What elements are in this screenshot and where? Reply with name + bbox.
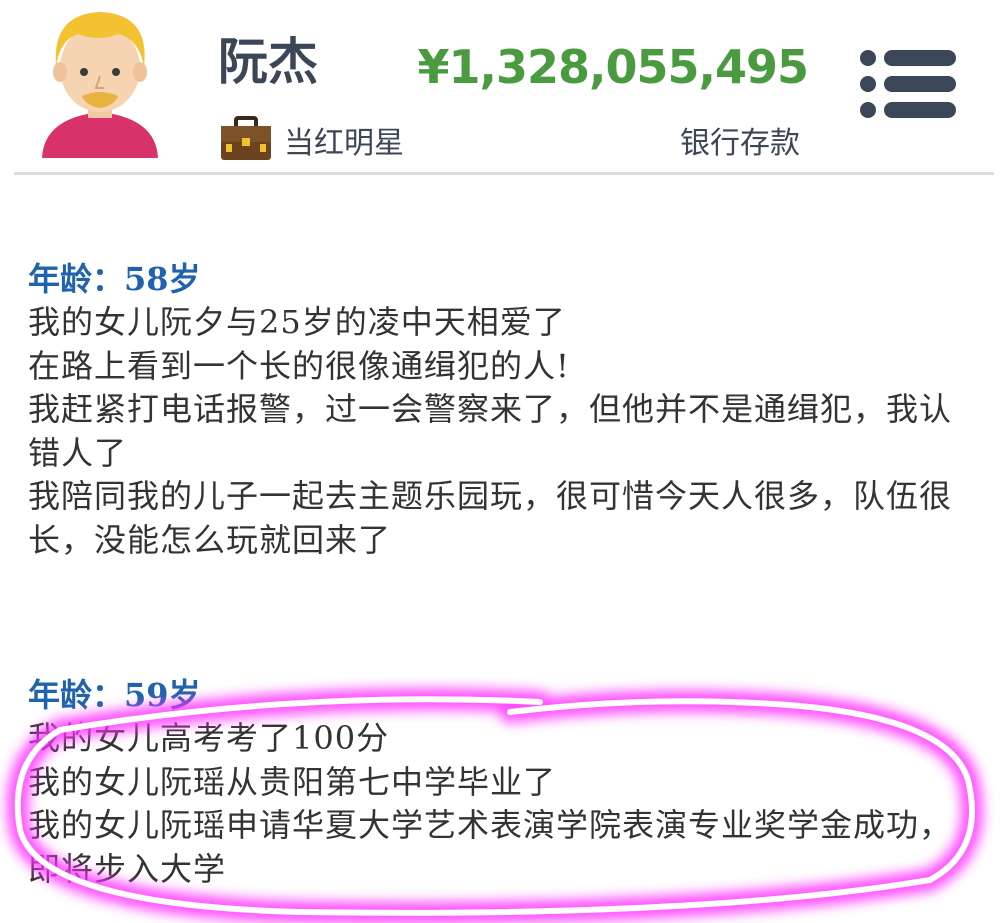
- occupation-label: 当红明星: [284, 126, 404, 161]
- event-entry: 我的女儿阮瑶从贵阳第七中学毕业了: [28, 762, 557, 801]
- player-name: 阮杰: [218, 33, 318, 91]
- event-entry: 我的女儿高考考了100分: [28, 719, 390, 757]
- event-entry: 我的女儿阮瑶申请华夏大学艺术表演学院表演专业奖学金成功，即将步入大学: [28, 806, 953, 888]
- event-entry: 在路上看到一个长的很像通缉犯的人!: [28, 346, 570, 385]
- profile-header: 阮杰 当红明星 ¥1,328,055,495 银行存款: [0, 0, 1008, 175]
- briefcase-icon: [221, 116, 271, 160]
- menu-icon[interactable]: [858, 46, 958, 122]
- event-entry: 我的女儿阮夕与25岁的凌中天相爱了: [28, 303, 566, 341]
- age-heading: 年龄：58岁: [28, 260, 201, 298]
- event-entry: 我陪同我的儿子一起去主题乐园玩，很可惜今天人很多，队伍很长，没能怎么玩就回来了: [28, 477, 953, 559]
- life-event-log[interactable]: 年龄：58岁 我的女儿阮夕与25岁的凌中天相爱了 在路上看到一个长的很像通缉犯的…: [0, 175, 1008, 923]
- avatar-icon: [42, 12, 158, 158]
- year-block: 年龄：58岁 我的女儿阮夕与25岁的凌中天相爱了 在路上看到一个长的很像通缉犯的…: [28, 257, 978, 562]
- year-block: 年龄：59岁 我的女儿高考考了100分 我的女儿阮瑶从贵阳第七中学毕业了 我的女…: [28, 673, 978, 891]
- event-entry: 我赶紧打电话报警，过一会警察来了，但他并不是通缉犯，我认错人了: [28, 390, 953, 472]
- bank-balance: ¥1,328,055,495: [417, 40, 809, 94]
- age-heading: 年龄：59岁: [28, 676, 201, 714]
- bank-balance-label: 银行存款: [680, 126, 800, 161]
